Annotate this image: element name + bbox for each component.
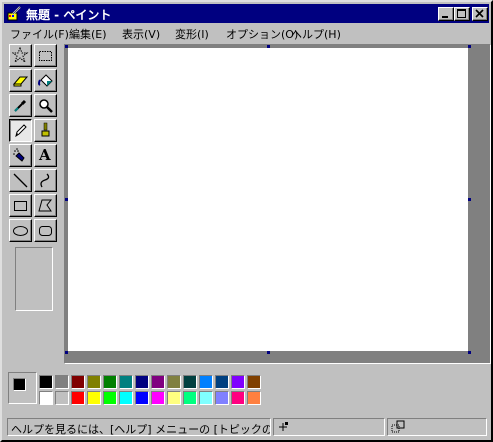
palette-color-swatch[interactable] <box>247 375 261 389</box>
palette-color-swatch[interactable] <box>87 375 101 389</box>
resize-handle-bottom[interactable] <box>267 351 270 354</box>
airbrush-icon <box>13 148 25 162</box>
palette-color-swatch[interactable] <box>71 391 85 405</box>
current-colors[interactable] <box>8 372 37 404</box>
minimize-button[interactable] <box>438 7 454 21</box>
text-a-icon: A <box>39 146 51 164</box>
polygon-icon <box>38 199 53 212</box>
handle-left <box>65 198 68 201</box>
polygon-tool[interactable] <box>34 194 57 217</box>
palette-color-swatch[interactable] <box>167 375 181 389</box>
drawing-canvas[interactable] <box>68 48 468 351</box>
palette-color-swatch[interactable] <box>71 375 85 389</box>
menu-edit[interactable]: 編集(E) <box>69 26 107 42</box>
line-tool[interactable] <box>9 169 32 192</box>
menu-bar: ファイル(F) 編集(E) 表示(V) 変形(I) オプション(O) ヘルプ(H… <box>4 24 489 42</box>
rectangle-icon <box>14 201 27 211</box>
pick-color-tool[interactable] <box>9 94 32 117</box>
palette-color-swatch[interactable] <box>55 375 69 389</box>
menu-view[interactable]: 表示(V) <box>122 26 160 42</box>
brush-icon <box>41 122 50 137</box>
status-position-pane <box>273 418 385 436</box>
rectangle-tool[interactable] <box>9 194 32 217</box>
handle-bottom-left <box>65 351 68 354</box>
palette-color-swatch[interactable] <box>231 375 245 389</box>
rect-select-tool[interactable] <box>34 44 57 67</box>
rounded-rect-icon <box>39 226 52 236</box>
palette-color-swatch[interactable] <box>167 391 181 405</box>
status-help-text: ヘルプを見るには、[ヘルプ] メニューの [トピックの検索] を選 <box>11 423 271 436</box>
close-button[interactable] <box>472 7 488 21</box>
resize-handle-corner[interactable] <box>468 351 471 354</box>
line-icon <box>13 173 28 188</box>
airbrush-tool[interactable] <box>9 144 32 167</box>
close-icon <box>475 9 484 18</box>
palette-color-swatch[interactable] <box>55 391 69 405</box>
palette-color-swatch[interactable] <box>199 375 213 389</box>
selection-size-icon <box>391 420 405 433</box>
palette-color-swatch[interactable] <box>183 391 197 405</box>
status-help-pane: ヘルプを見るには、[ヘルプ] メニューの [トピックの検索] を選 <box>7 418 271 436</box>
foreground-color-swatch <box>13 378 26 391</box>
brush-tool[interactable] <box>34 119 57 142</box>
palette-color-swatch[interactable] <box>135 375 149 389</box>
palette-color-swatch[interactable] <box>215 391 229 405</box>
pencil-icon <box>15 124 27 138</box>
status-size-pane <box>387 418 487 436</box>
palette-color-swatch[interactable] <box>103 391 117 405</box>
palette-color-swatch[interactable] <box>151 375 165 389</box>
paint-bucket-icon <box>38 74 53 87</box>
handle-top <box>267 45 270 48</box>
palette-color-swatch[interactable] <box>247 391 261 405</box>
fill-tool[interactable] <box>34 69 57 92</box>
palette-color-swatch[interactable] <box>39 375 53 389</box>
text-tool[interactable]: A <box>34 144 57 167</box>
handle-top-right <box>468 45 471 48</box>
palette-color-swatch[interactable] <box>215 375 229 389</box>
handle-top-left <box>65 45 68 48</box>
tool-options-box[interactable] <box>15 247 53 311</box>
toolbox: A <box>8 44 60 320</box>
magnifier-icon <box>39 99 53 113</box>
free-form-select-tool[interactable] <box>9 44 32 67</box>
color-palette <box>5 370 489 410</box>
minimize-icon <box>442 16 448 18</box>
curve-tool[interactable] <box>34 169 57 192</box>
star-select-icon <box>12 47 29 64</box>
menu-options[interactable]: オプション(O) <box>226 26 298 42</box>
paint-app-icon <box>7 6 21 21</box>
palette-color-swatch[interactable] <box>231 391 245 405</box>
resize-handle-right[interactable] <box>468 198 471 201</box>
menu-image[interactable]: 変形(I) <box>175 26 209 42</box>
status-bar: ヘルプを見るには、[ヘルプ] メニューの [トピックの検索] を選 <box>5 416 490 438</box>
window-title: 無題 - ペイント <box>26 8 112 22</box>
ellipse-icon <box>13 226 28 236</box>
palette-color-swatch[interactable] <box>119 375 133 389</box>
palette-color-swatch[interactable] <box>87 391 101 405</box>
ellipse-tool[interactable] <box>9 219 32 242</box>
canvas-workspace <box>64 44 491 364</box>
title-bar[interactable]: 無題 - ペイント <box>4 4 489 23</box>
rounded-rectangle-tool[interactable] <box>34 219 57 242</box>
palette-color-swatch[interactable] <box>199 391 213 405</box>
magnifier-tool[interactable] <box>34 94 57 117</box>
palette-color-swatch[interactable] <box>119 391 133 405</box>
palette-color-swatch[interactable] <box>135 391 149 405</box>
eyedropper-icon <box>14 99 27 112</box>
cursor-position-icon <box>279 422 288 431</box>
eraser-icon <box>12 76 29 87</box>
paint-window: 無題 - ペイント ファイル(F) 編集(E) 表示(V) 変形(I) オプショ… <box>0 0 493 442</box>
menu-help[interactable]: ヘルプ(H) <box>291 26 341 42</box>
maximize-icon <box>457 9 466 18</box>
maximize-button[interactable] <box>454 7 470 21</box>
pencil-tool[interactable] <box>9 119 32 142</box>
palette-color-swatch[interactable] <box>103 375 117 389</box>
palette-color-swatch[interactable] <box>183 375 197 389</box>
curve-icon <box>40 173 50 188</box>
palette-color-swatch[interactable] <box>39 391 53 405</box>
menu-file[interactable]: ファイル(F) <box>10 26 69 42</box>
palette-color-swatch[interactable] <box>151 391 165 405</box>
dotted-rect-icon <box>39 51 52 61</box>
eraser-tool[interactable] <box>9 69 32 92</box>
